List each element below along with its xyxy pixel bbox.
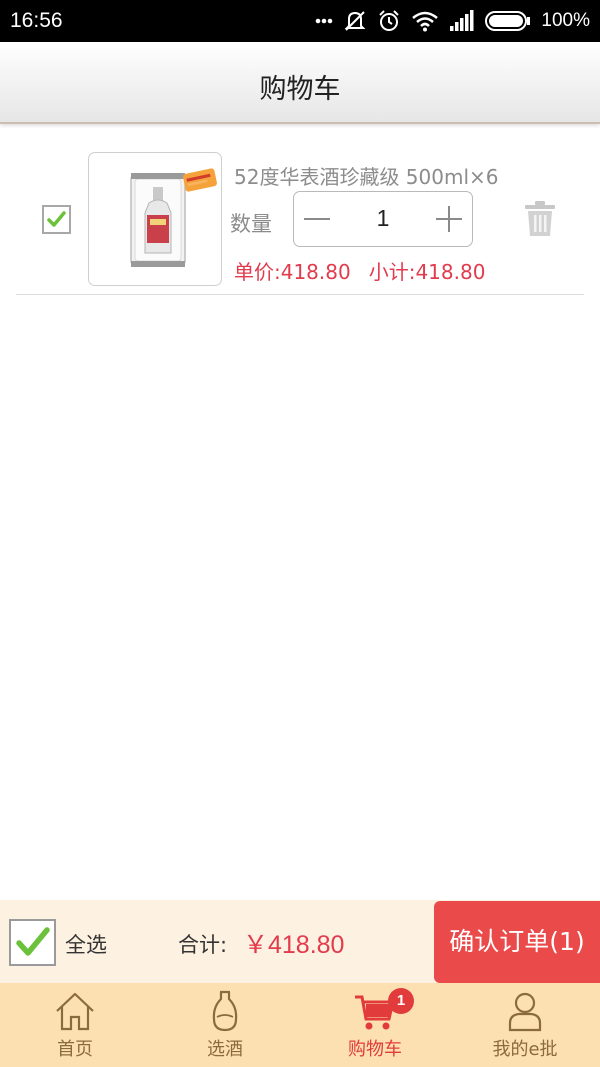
select-all-checkbox[interactable] bbox=[9, 919, 56, 966]
tab-cart[interactable]: 购物车 bbox=[300, 983, 450, 1067]
checkmark-icon bbox=[16, 927, 50, 956]
cart-item: 52度华表酒珍藏级 500ml×6 数量 1 单价:418.80 小计:418.8… bbox=[16, 145, 584, 295]
item-prices: 单价:418.80 小计:418.80 bbox=[234, 256, 485, 285]
wifi-icon bbox=[412, 11, 439, 32]
plus-icon[interactable] bbox=[432, 200, 466, 238]
liquor-bottle-image bbox=[130, 168, 217, 267]
tab-select-wine[interactable]: 选酒 bbox=[150, 983, 300, 1067]
alarm-icon bbox=[379, 10, 400, 31]
status-bar: 16:56 100% bbox=[0, 0, 600, 42]
item-subtotal: 小计:418.80 bbox=[368, 260, 486, 284]
tab-my-account[interactable]: 我的e批 bbox=[450, 983, 600, 1067]
signal-icon bbox=[450, 10, 474, 31]
bottom-tab-bar: 首页 选酒 购物车 1 我的e批 bbox=[0, 983, 600, 1067]
trash-icon[interactable] bbox=[522, 200, 558, 238]
tab-home[interactable]: 首页 bbox=[0, 983, 150, 1067]
battery-icon bbox=[485, 11, 531, 31]
select-all-label[interactable]: 全选 bbox=[65, 929, 107, 959]
checkmark-icon bbox=[47, 211, 66, 227]
status-time: 16:56 bbox=[10, 9, 63, 32]
battery-percent: 100% bbox=[541, 10, 590, 31]
quantity-stepper: 1 bbox=[293, 191, 473, 247]
bottle-icon bbox=[212, 990, 238, 1032]
quantity-value[interactable]: 1 bbox=[344, 205, 422, 232]
tab-home-label: 首页 bbox=[57, 1039, 93, 1060]
tab-select-wine-label: 选酒 bbox=[207, 1039, 243, 1060]
total-label: 合计: bbox=[178, 933, 228, 957]
total-value: ￥418.80 bbox=[243, 931, 345, 959]
item-checkbox[interactable] bbox=[42, 205, 71, 234]
mute-icon bbox=[344, 11, 366, 31]
minus-icon[interactable] bbox=[300, 200, 334, 238]
product-name[interactable]: 52度华表酒珍藏级 500ml×6 bbox=[234, 161, 499, 190]
page-header: 购物车 bbox=[0, 42, 600, 124]
confirm-order-button[interactable]: 确认订单(1) bbox=[434, 901, 600, 983]
tab-cart-label: 购物车 bbox=[348, 1039, 402, 1060]
dots-icon bbox=[316, 18, 333, 24]
home-icon bbox=[56, 992, 94, 1031]
quantity-label: 数量 bbox=[230, 212, 272, 236]
checkout-bar: 全选 合计: ￥418.80 确认订单(1) bbox=[0, 900, 600, 983]
product-image[interactable] bbox=[88, 152, 222, 286]
user-icon bbox=[508, 992, 542, 1032]
cart-count-badge: 1 bbox=[388, 988, 414, 1014]
unit-price: 单价:418.80 bbox=[234, 260, 351, 284]
tab-my-account-label: 我的e批 bbox=[492, 1039, 558, 1060]
page-title: 购物车 bbox=[259, 74, 341, 105]
